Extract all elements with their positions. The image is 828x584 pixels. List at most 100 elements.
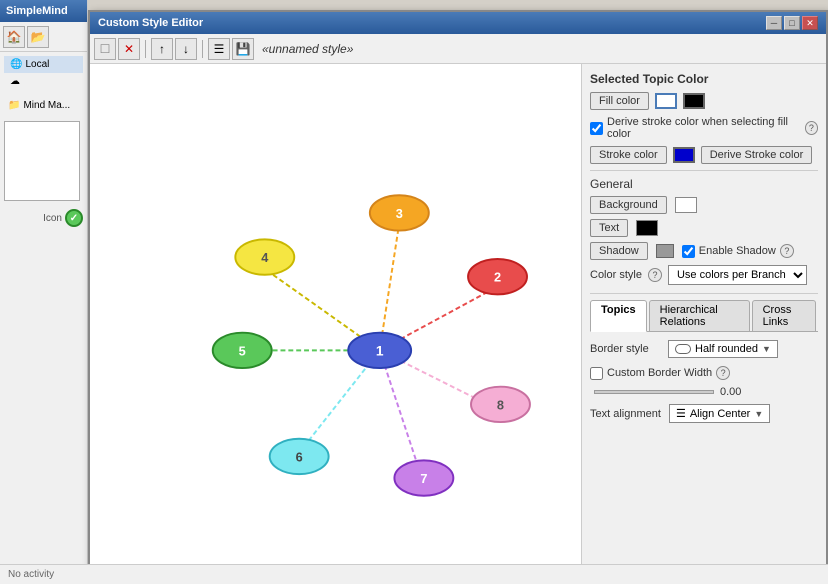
toolbar-sep-1 bbox=[145, 40, 146, 58]
left-toolbar: 🏠 📂 bbox=[0, 22, 87, 52]
tab-topics[interactable]: Topics bbox=[590, 300, 647, 332]
text-label: Text bbox=[599, 222, 619, 234]
enable-shadow-label: Enable Shadow bbox=[699, 245, 776, 257]
nav-local-label: Local bbox=[25, 59, 49, 70]
nav-local[interactable]: 🌐Local bbox=[4, 56, 83, 73]
toolbar-btn-1[interactable]: 🏠 bbox=[3, 26, 25, 48]
node-center-label: 1 bbox=[376, 343, 384, 358]
derive-stroke-btn[interactable]: Derive Stroke color bbox=[701, 146, 813, 164]
derive-stroke-btn-label: Derive Stroke color bbox=[710, 149, 804, 161]
general-title: General bbox=[590, 177, 818, 191]
delete-button[interactable]: ✕ bbox=[118, 38, 140, 60]
shadow-swatch[interactable] bbox=[656, 244, 674, 258]
save-button[interactable]: 💾 bbox=[232, 38, 254, 60]
custom-border-label: Custom Border Width bbox=[607, 367, 712, 379]
maximize-button[interactable]: □ bbox=[784, 16, 800, 30]
fill-color-label: Fill color bbox=[599, 95, 640, 107]
selected-topic-color-title: Selected Topic Color bbox=[590, 72, 818, 86]
app-title: SimpleMind bbox=[6, 5, 68, 17]
enable-shadow-checkbox[interactable] bbox=[682, 245, 695, 258]
move-up-button[interactable]: ↑ bbox=[151, 38, 173, 60]
editor-toolbar: ☐ ✕ ↑ ↓ ☰ 💾 «unnamed style» bbox=[90, 34, 826, 64]
left-nav: 🌐Local ☁ bbox=[0, 52, 87, 94]
text-btn[interactable]: Text bbox=[590, 219, 628, 237]
shadow-row: Shadow Enable Shadow ? bbox=[590, 242, 818, 260]
fill-color-dark-swatch[interactable] bbox=[683, 93, 705, 109]
custom-border-checkbox[interactable] bbox=[590, 367, 603, 380]
custom-border-help-icon[interactable]: ? bbox=[716, 366, 730, 380]
style-name-label: «unnamed style» bbox=[262, 42, 353, 56]
icon-label: Icon bbox=[43, 213, 62, 224]
close-button[interactable]: ✕ bbox=[802, 16, 818, 30]
node-5-label: 5 bbox=[239, 343, 246, 358]
node-4-label: 4 bbox=[261, 250, 269, 265]
tab-cross-links[interactable]: Cross Links bbox=[752, 300, 816, 331]
minimize-button[interactable]: ─ bbox=[766, 16, 782, 30]
stroke-color-swatch[interactable] bbox=[673, 147, 695, 163]
background-swatch[interactable] bbox=[675, 197, 697, 213]
tree-item-label: Mind Ma... bbox=[23, 100, 70, 111]
color-style-label: Color style bbox=[590, 269, 642, 281]
color-style-help-icon[interactable]: ? bbox=[648, 268, 662, 282]
node-8-label: 8 bbox=[497, 397, 504, 412]
fill-color-btn[interactable]: Fill color bbox=[590, 92, 649, 110]
divider-2 bbox=[590, 293, 818, 294]
enable-shadow-row: Enable Shadow ? bbox=[682, 244, 794, 258]
stroke-color-btn[interactable]: Stroke color bbox=[590, 146, 667, 164]
stroke-color-row: Stroke color Derive Stroke color bbox=[590, 146, 818, 164]
text-alignment-dropdown[interactable]: ☰ Align Center ▼ bbox=[669, 404, 770, 423]
shadow-label: Shadow bbox=[599, 245, 639, 257]
preview-box bbox=[4, 121, 80, 201]
align-icon: ☰ bbox=[676, 407, 686, 420]
text-swatch[interactable] bbox=[636, 220, 658, 236]
toolbar-btn-2[interactable]: 📂 bbox=[27, 26, 49, 48]
custom-border-row: Custom Border Width ? bbox=[590, 366, 818, 380]
left-tree: 📁 Mind Ma... bbox=[0, 94, 87, 117]
fill-color-row: Fill color bbox=[590, 92, 818, 110]
list-button[interactable]: ☰ bbox=[208, 38, 230, 60]
icon-indicator: ✓ bbox=[65, 209, 83, 227]
right-panel: Selected Topic Color Fill color Derive s… bbox=[581, 64, 826, 568]
topics-panel: Border style Half rounded ▼ Custom Borde… bbox=[590, 340, 818, 423]
text-alignment-label: Text alignment bbox=[590, 408, 661, 420]
editor-titlebar: Custom Style Editor ─ □ ✕ bbox=[90, 12, 826, 34]
editor-window-controls: ─ □ ✕ bbox=[766, 16, 818, 30]
fill-color-swatch[interactable] bbox=[655, 93, 677, 109]
background-btn[interactable]: Background bbox=[590, 196, 667, 214]
border-slider-row: 0.00 bbox=[590, 386, 818, 398]
left-titlebar: SimpleMind bbox=[0, 0, 87, 22]
border-style-row: Border style Half rounded ▼ bbox=[590, 340, 818, 358]
main-content: 1 3 4 2 5 8 6 bbox=[90, 64, 826, 568]
new-button[interactable]: ☐ bbox=[94, 38, 116, 60]
general-section: General Background Text bbox=[590, 177, 818, 285]
tree-item-mindmap[interactable]: 📁 Mind Ma... bbox=[4, 98, 83, 113]
node-3-label: 3 bbox=[396, 206, 403, 221]
text-alignment-value: Align Center bbox=[690, 408, 751, 420]
canvas-area: 1 3 4 2 5 8 6 bbox=[90, 64, 581, 568]
background-label: Background bbox=[599, 199, 658, 211]
derive-stroke-checkbox[interactable] bbox=[590, 122, 603, 135]
border-style-label: Border style bbox=[590, 343, 660, 355]
derive-stroke-checkbox-row: Derive stroke color when selecting fill … bbox=[590, 116, 818, 140]
node-7-label: 7 bbox=[420, 471, 427, 486]
line-to-3 bbox=[380, 223, 400, 351]
text-row: Text bbox=[590, 219, 818, 237]
enable-shadow-help-icon[interactable]: ? bbox=[780, 244, 794, 258]
tab-hierarchical[interactable]: Hierarchical Relations bbox=[649, 300, 750, 331]
tab-bar: Topics Hierarchical Relations Cross Link… bbox=[590, 300, 818, 332]
stroke-color-label: Stroke color bbox=[599, 149, 658, 161]
border-style-value: Half rounded bbox=[695, 343, 758, 355]
move-down-button[interactable]: ↓ bbox=[175, 38, 197, 60]
shadow-btn[interactable]: Shadow bbox=[590, 242, 648, 260]
line-to-7 bbox=[380, 350, 422, 478]
editor-window: Custom Style Editor ─ □ ✕ ☐ ✕ ↑ ↓ ☰ 💾 «u… bbox=[88, 10, 828, 570]
color-style-dropdown[interactable]: Use colors per Branch bbox=[668, 265, 807, 285]
border-width-slider[interactable] bbox=[594, 390, 714, 394]
half-rounded-icon bbox=[675, 344, 691, 354]
divider-1 bbox=[590, 170, 818, 171]
derive-stroke-help-icon[interactable]: ? bbox=[805, 121, 818, 135]
border-style-chevron: ▼ bbox=[762, 344, 771, 354]
nav-cloud[interactable]: ☁ bbox=[4, 73, 83, 90]
border-style-button[interactable]: Half rounded ▼ bbox=[668, 340, 778, 358]
node-2-label: 2 bbox=[494, 270, 501, 285]
